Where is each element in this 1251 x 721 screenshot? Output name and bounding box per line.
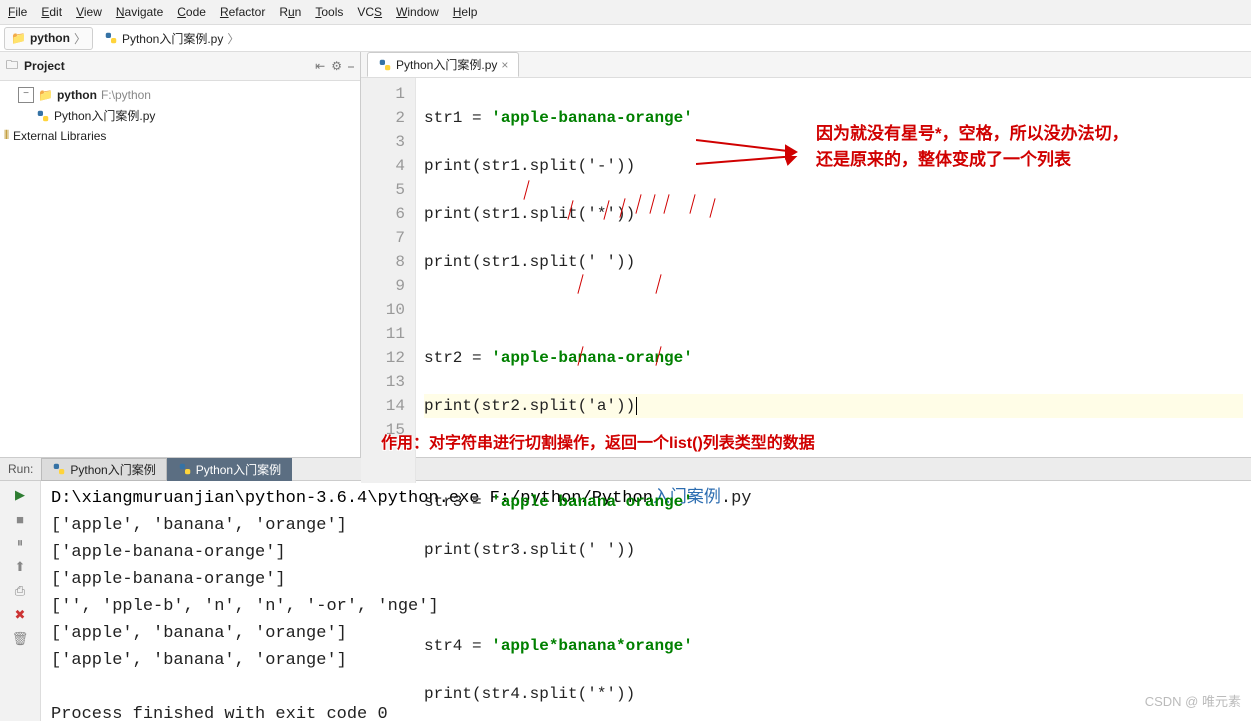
line-gutter: 123456789101112131415 <box>361 78 416 483</box>
menu-edit[interactable]: Edit <box>41 5 62 19</box>
menu-refactor[interactable]: Refactor <box>220 5 265 19</box>
chevron-right-icon: 〉 <box>74 30 86 47</box>
folder-icon: 📁 <box>11 31 26 45</box>
menu-navigate[interactable]: Navigate <box>116 5 163 19</box>
python-file-icon <box>36 109 50 123</box>
collapse-icon[interactable]: ⇤ <box>315 59 325 73</box>
pause-icon[interactable]: ⏸ <box>12 535 28 551</box>
close-icon[interactable]: × <box>501 58 508 72</box>
python-file-icon <box>104 31 118 45</box>
tree-file[interactable]: Python入门案例.py <box>0 105 360 126</box>
gear-icon[interactable]: ⚙ <box>331 59 342 73</box>
project-panel-title: Project <box>24 59 65 73</box>
menu-window[interactable]: Window <box>396 5 439 19</box>
export-icon[interactable]: ⎙ <box>12 583 28 599</box>
folder-icon: 📁 <box>38 88 53 102</box>
trash-icon[interactable]: 🗑 <box>12 631 28 647</box>
editor-tab-row: Python入门案例.py × <box>361 52 1251 78</box>
menu-file[interactable]: File <box>8 5 27 19</box>
menu-view[interactable]: View <box>76 5 102 19</box>
annotation-bottom: 作用：对字符串进行切割操作，返回一个list()列表类型的数据 <box>381 429 815 453</box>
tree-root-name: python <box>57 88 97 102</box>
code-body[interactable]: str1 = 'apple-banana-orange' print(str1.… <box>416 78 1251 483</box>
project-tree: − 📁 python F:\python Python入门案例.py ⫴ Ext… <box>0 81 360 149</box>
menu-code[interactable]: Code <box>177 5 206 19</box>
menu-vcs[interactable]: VCS <box>357 5 382 19</box>
python-file-icon <box>178 462 192 476</box>
chevron-right-icon: 〉 <box>227 30 239 47</box>
hide-icon[interactable]: ⎯ <box>348 59 354 74</box>
run-tab-1[interactable]: Python入门案例 <box>41 458 166 481</box>
text-cursor <box>636 397 637 415</box>
tree-root[interactable]: − 📁 python F:\python <box>0 85 360 105</box>
code-editor[interactable]: 123456789101112131415 str1 = 'apple-bana… <box>361 78 1251 483</box>
library-icon: ⫴ <box>4 128 9 143</box>
breadcrumb-bar: 📁 python 〉 Python入门案例.py 〉 <box>0 25 1251 52</box>
tree-file-label: Python入门案例.py <box>54 107 155 124</box>
annotation-text-2: 还是原来的，整体变成了一个列表 <box>816 148 1071 172</box>
rerun-icon[interactable]: ▶ <box>12 487 28 503</box>
menu-help[interactable]: Help <box>453 5 478 19</box>
editor-area: Python入门案例.py × 123456789101112131415 st… <box>361 52 1251 457</box>
annotation-text-1: 因为就没有星号*，空格，所以没办法切， <box>816 122 1129 146</box>
stop-icon[interactable]: ■ <box>12 511 28 527</box>
editor-tab-label: Python入门案例.py <box>396 56 497 73</box>
crumb-file[interactable]: Python入门案例.py 〉 <box>97 27 246 50</box>
watermark: CSDN @ 唯元素 <box>1145 691 1241 710</box>
expand-icon[interactable]: − <box>18 87 34 103</box>
crumb-file-label: Python入门案例.py <box>122 30 223 47</box>
editor-tab[interactable]: Python入门案例.py × <box>367 52 519 77</box>
project-panel: 🗀 Project ⇤ ⚙ ⎯ − 📁 python F:\python Pyt… <box>0 52 361 457</box>
tree-external-label: External Libraries <box>13 129 106 143</box>
run-toolbar: ▶ ■ ⏸ ⬆ ⎙ ✖ 🗑 <box>0 481 41 721</box>
tree-root-path: F:\python <box>101 88 151 102</box>
python-file-icon <box>378 58 392 72</box>
run-tab-2[interactable]: Python入门案例 <box>167 458 292 481</box>
python-file-icon <box>52 462 66 476</box>
menu-tools[interactable]: Tools <box>315 5 343 19</box>
project-icon: 🗀 <box>6 56 18 77</box>
crumb-project[interactable]: 📁 python 〉 <box>4 27 93 50</box>
menu-run[interactable]: Run <box>279 5 301 19</box>
menu-bar: File Edit View Navigate Code Refactor Ru… <box>0 0 1251 25</box>
crumb-project-label: python <box>30 31 70 45</box>
run-label: Run: <box>0 462 41 476</box>
annotation-arrow <box>696 156 806 196</box>
close-icon[interactable]: ✖ <box>12 607 28 623</box>
tree-external-libs[interactable]: ⫴ External Libraries <box>0 126 360 145</box>
up-icon[interactable]: ⬆ <box>12 559 28 575</box>
project-panel-header: 🗀 Project ⇤ ⚙ ⎯ <box>0 52 360 81</box>
